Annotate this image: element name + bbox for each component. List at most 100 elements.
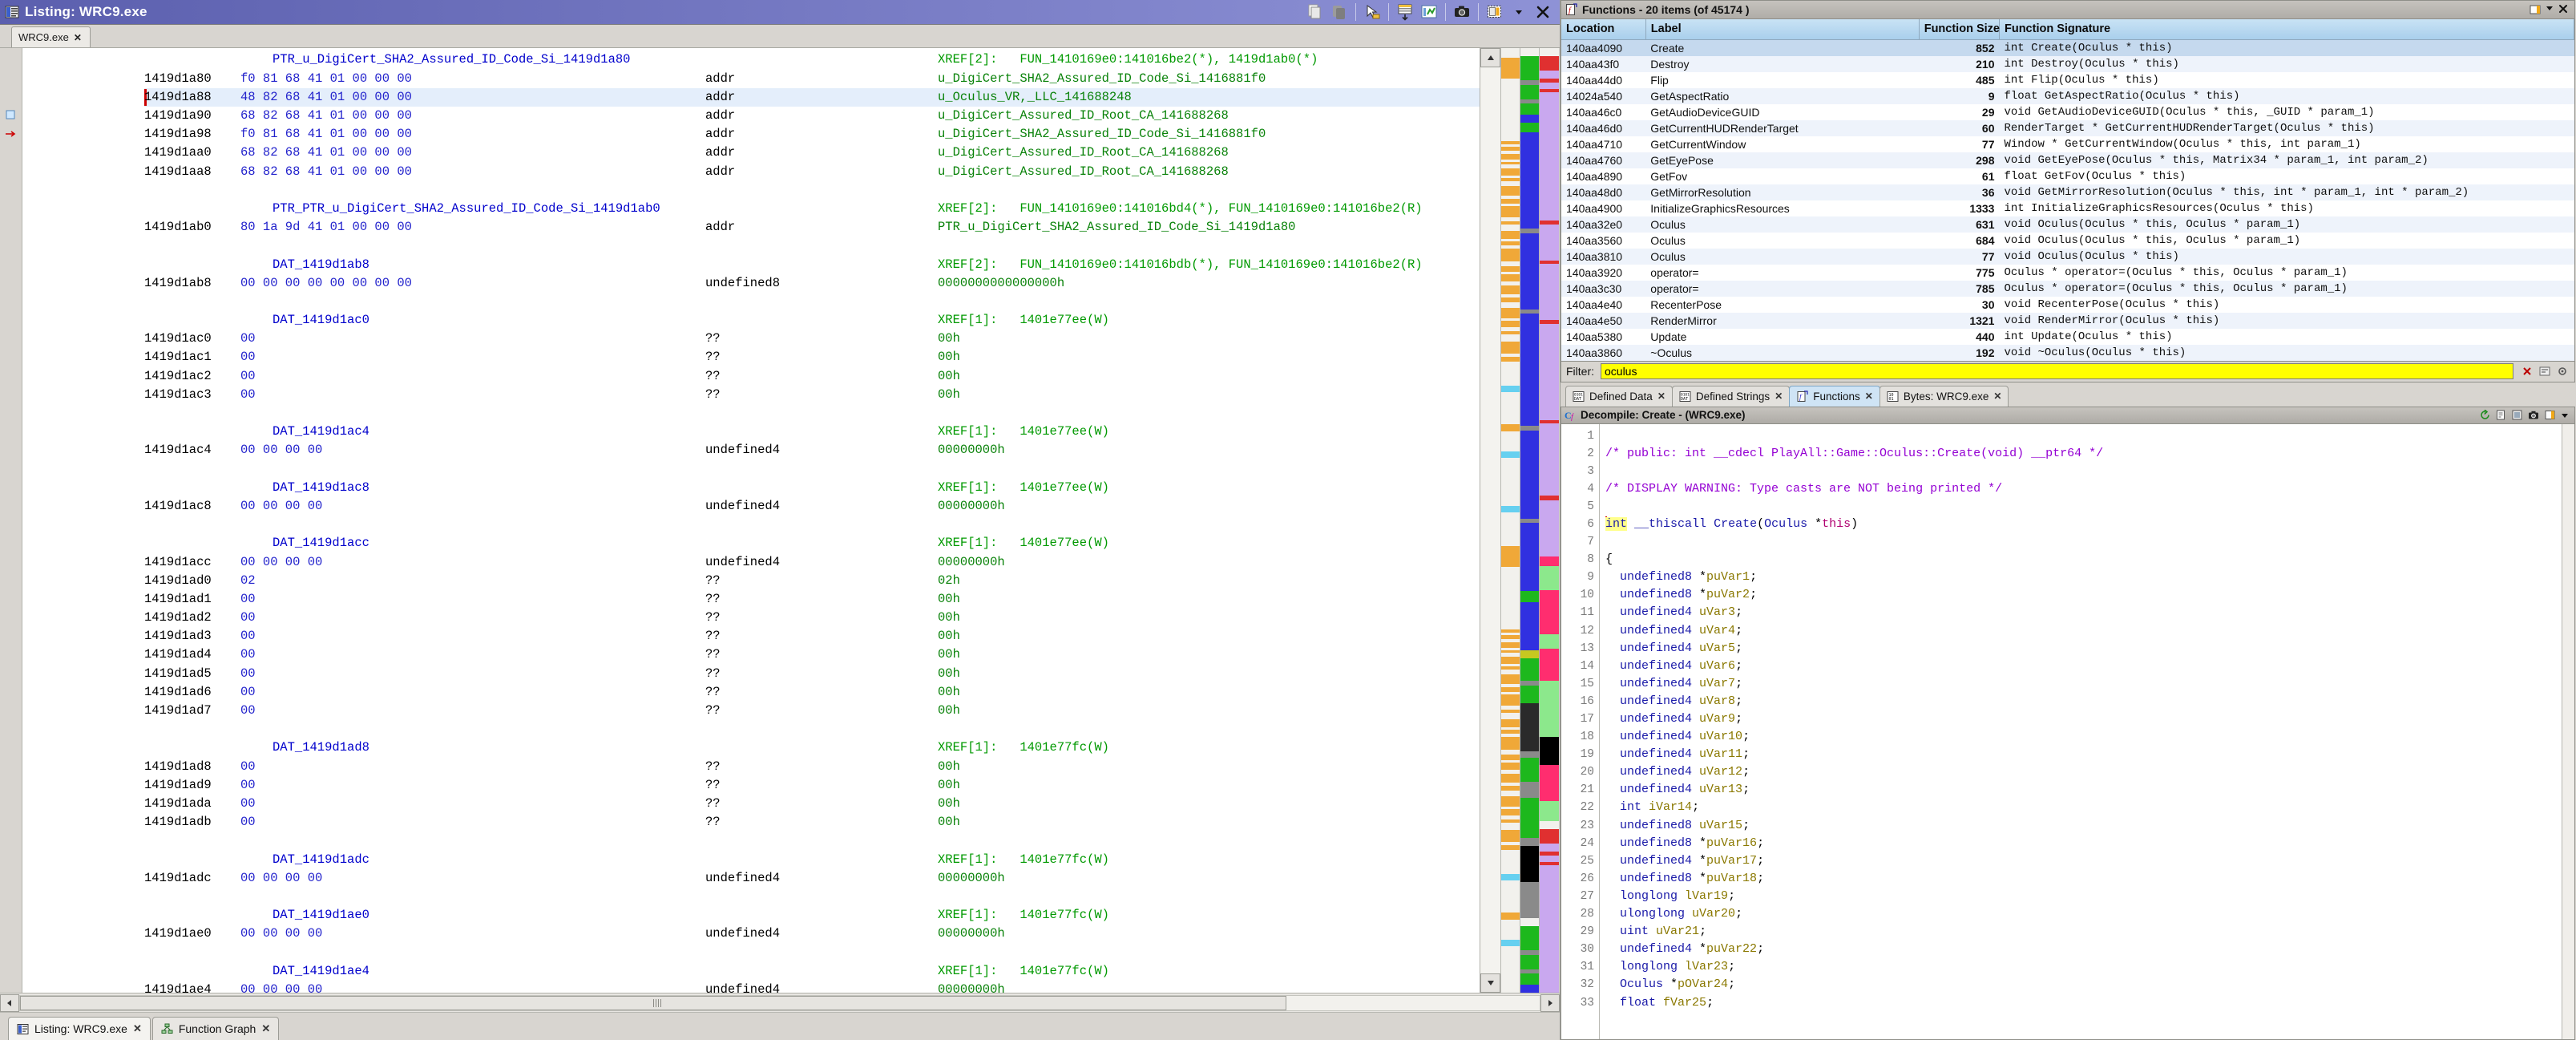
listing-symbol-label[interactable]: DAT_1419d1ac8 xyxy=(273,479,369,497)
column-header-location[interactable]: Location xyxy=(1561,19,1646,40)
listing-value[interactable]: 02h xyxy=(938,572,960,590)
cursor-select-icon[interactable] xyxy=(1360,2,1384,22)
function-location[interactable]: 140aa4890 xyxy=(1561,168,1645,184)
listing-bytes[interactable]: 00 00 00 00 xyxy=(240,925,322,943)
listing-value[interactable]: 00h xyxy=(938,776,960,795)
listing-label-row[interactable]: DAT_1419d1ac0 XREF[1]: 1401e77ee(W) xyxy=(144,311,1480,330)
function-size[interactable]: 61 xyxy=(1919,168,1999,184)
decompiler-line[interactable]: int iVar14; xyxy=(1605,799,2562,816)
listing-xref[interactable]: XREF[2]: FUN_1410169e0:141016bd4(*), FUN… xyxy=(938,200,1423,218)
listing-data-row[interactable]: 1419d1ae4 00 00 00 00 undefined4 00000000h xyxy=(144,981,1480,993)
listing-data-row[interactable]: 1419d1ad2 00?? 00h xyxy=(144,609,1480,627)
function-signature[interactable]: Oculus * operator=(Oculus * this, Oculus… xyxy=(1999,265,2574,281)
listing-value[interactable]: u_DigiCert_Assured_ID_Root_CA_141688268 xyxy=(938,144,1229,162)
decompiler-line[interactable]: undefined8 uVar15; xyxy=(1605,817,2562,835)
function-label[interactable]: Oculus xyxy=(1645,216,1919,233)
decompiler-code[interactable]: /* public: int __cdecl PlayAll::Game::Oc… xyxy=(1600,424,2562,1040)
listing-blank-row[interactable] xyxy=(144,460,1480,479)
column-header-function-signature[interactable]: Function Signature xyxy=(1999,19,2574,40)
listing-bytes[interactable]: 00 xyxy=(240,627,256,645)
function-location[interactable]: 140aa4e50 xyxy=(1561,313,1645,329)
function-size[interactable]: 298 xyxy=(1919,152,1999,168)
listing-symbol-label[interactable]: DAT_1419d1ac4 xyxy=(273,423,369,441)
listing-xref[interactable]: XREF[1]: 1401e77ee(W) xyxy=(938,534,1109,552)
listing-xref[interactable]: XREF[1]: 1401e77ee(W) xyxy=(938,479,1109,497)
listing-data-row[interactable]: 1419d1adb 00?? 00h xyxy=(144,813,1480,832)
decompiler-line[interactable]: undefined4 uVar3; xyxy=(1605,604,2562,621)
function-signature[interactable]: int Create(Oculus * this) xyxy=(1999,39,2574,56)
listing-address[interactable]: 1419d1ae4 xyxy=(144,981,212,993)
table-row[interactable]: 140aa4710 GetCurrentWindow 77 Window * GetC… xyxy=(1561,136,2574,152)
listing-data-row[interactable]: 1419d1ab0 80 1a 9d 41 01 00 00 00 addr PTR_… xyxy=(144,218,1480,237)
listing-datatype[interactable]: addr xyxy=(705,88,735,107)
listing-bytes[interactable]: 00 xyxy=(240,665,256,683)
close-icon[interactable]: ✕ xyxy=(133,1022,142,1035)
decompiler-line[interactable] xyxy=(1605,498,2562,516)
table-row[interactable]: 140aa3c30 operator= 785 Oculus * operator=(… xyxy=(1561,280,2574,297)
function-size[interactable]: 77 xyxy=(1919,136,1999,152)
decompiler-line[interactable]: undefined4 uVar8; xyxy=(1605,693,2562,710)
table-row[interactable]: 14024a540 GetAspectRatio 9 float GetAspectR… xyxy=(1561,87,2574,104)
listing-blank-row[interactable] xyxy=(144,832,1480,850)
listing-code-view[interactable]: PTR_u_DigiCert_SHA2_Assured_ID_Code_Si_1… xyxy=(0,48,1560,993)
listing-value[interactable]: 00h xyxy=(938,645,960,664)
decompiler-line[interactable]: undefined4 *puVar22; xyxy=(1605,941,2562,958)
listing-value[interactable]: 00000000h xyxy=(938,869,1005,888)
listing-datatype[interactable]: addr xyxy=(705,70,735,88)
listing-datatype[interactable]: ?? xyxy=(705,813,721,832)
listing-label-row[interactable]: DAT_1419d1ae4 XREF[1]: 1401e77fc(W) xyxy=(144,962,1480,981)
listing-datatype[interactable]: ?? xyxy=(705,702,721,720)
listing-address[interactable]: 1419d1a80 xyxy=(144,70,212,88)
listing-symbol-label[interactable]: PTR_u_DigiCert_SHA2_Assured_ID_Code_Si_1… xyxy=(273,51,630,69)
snapshot-table-icon[interactable] xyxy=(1393,2,1417,22)
listing-datatype[interactable]: ?? xyxy=(705,386,721,404)
filter-input[interactable] xyxy=(1601,363,2513,379)
listing-symbol-label[interactable]: DAT_1419d1ae4 xyxy=(273,962,369,981)
listing-bytes[interactable]: 00 xyxy=(240,683,256,702)
decompiler-line[interactable]: undefined8 *puVar16; xyxy=(1605,835,2562,852)
function-label[interactable]: GetAudioDeviceGUID xyxy=(1645,104,1919,120)
listing-address[interactable]: 1419d1ad5 xyxy=(144,665,212,683)
function-size[interactable]: 77 xyxy=(1919,249,1999,265)
listing-symbol-label[interactable]: DAT_1419d1adc xyxy=(273,851,369,869)
function-size[interactable]: 785 xyxy=(1919,281,1999,297)
listing-address[interactable]: 1419d1ad9 xyxy=(144,776,212,795)
decompiler-line[interactable] xyxy=(1605,463,2562,480)
decompiler-line[interactable]: undefined4 uVar7; xyxy=(1605,675,2562,693)
function-label[interactable]: operator= xyxy=(1645,281,1919,297)
table-row[interactable]: 140aa3920 operator= 775 Oculus * operator=(… xyxy=(1561,264,2574,281)
listing-datatype[interactable]: ?? xyxy=(705,795,721,813)
table-row[interactable]: 140aa32e0 Oculus 631 void Oculus(Oculus * t… xyxy=(1561,216,2574,233)
close-icon[interactable]: ✕ xyxy=(1775,391,1783,402)
function-label[interactable]: operator= xyxy=(1645,265,1919,281)
decompiler-line[interactable]: undefined4 uVar12; xyxy=(1605,763,2562,781)
column-header-function-size[interactable]: Function Size xyxy=(1919,19,2000,40)
decompiler-line[interactable]: undefined4 uVar5; xyxy=(1605,640,2562,658)
listing-bytes[interactable]: 00 xyxy=(240,813,256,832)
listing-program-tab[interactable]: WRC9.exe ✕ xyxy=(11,26,91,48)
function-signature[interactable]: void GetEyePose(Oculus * this, Matrix34 … xyxy=(1999,152,2574,168)
listing-datatype[interactable]: ?? xyxy=(705,627,721,645)
listing-data-row[interactable]: 1419d1ad1 00?? 00h xyxy=(144,590,1480,609)
listing-value[interactable]: 00000000h xyxy=(938,497,1005,516)
listing-address[interactable]: 1419d1ac3 xyxy=(144,386,212,404)
listing-datatype[interactable]: ?? xyxy=(705,665,721,683)
function-location[interactable]: 140aa4710 xyxy=(1561,136,1645,152)
decompiler-line[interactable]: int __thiscall Create(Oculus *this) xyxy=(1605,516,2562,533)
scroll-down-icon[interactable] xyxy=(1480,973,1500,993)
function-label[interactable]: Oculus xyxy=(1645,233,1919,249)
filter-settings-icon[interactable] xyxy=(2555,364,2570,378)
listing-blank-row[interactable] xyxy=(144,888,1480,906)
paste-icon[interactable] xyxy=(1327,2,1351,22)
listing-label-row[interactable]: DAT_1419d1ac4 XREF[1]: 1401e77ee(W) xyxy=(144,423,1480,441)
function-label[interactable]: ~Oculus xyxy=(1645,345,1919,361)
function-location[interactable]: 140aa3860 xyxy=(1561,345,1645,361)
listing-bytes[interactable]: 00 00 00 00 xyxy=(240,497,322,516)
function-label[interactable]: GetAspectRatio xyxy=(1645,88,1919,104)
function-size[interactable]: 684 xyxy=(1919,233,1999,249)
listing-data-row[interactable]: 1419d1acc 00 00 00 00 undefined4 00000000h xyxy=(144,553,1480,572)
function-signature[interactable]: void Oculus(Oculus * this, Oculus * para… xyxy=(1999,233,2574,249)
listing-label-row[interactable]: DAT_1419d1ab8 XREF[2]: FUN_1410169e0:1410… xyxy=(144,256,1480,274)
column-header-label[interactable]: Label xyxy=(1645,19,1920,40)
decompiler-line[interactable]: { xyxy=(1605,551,2562,569)
